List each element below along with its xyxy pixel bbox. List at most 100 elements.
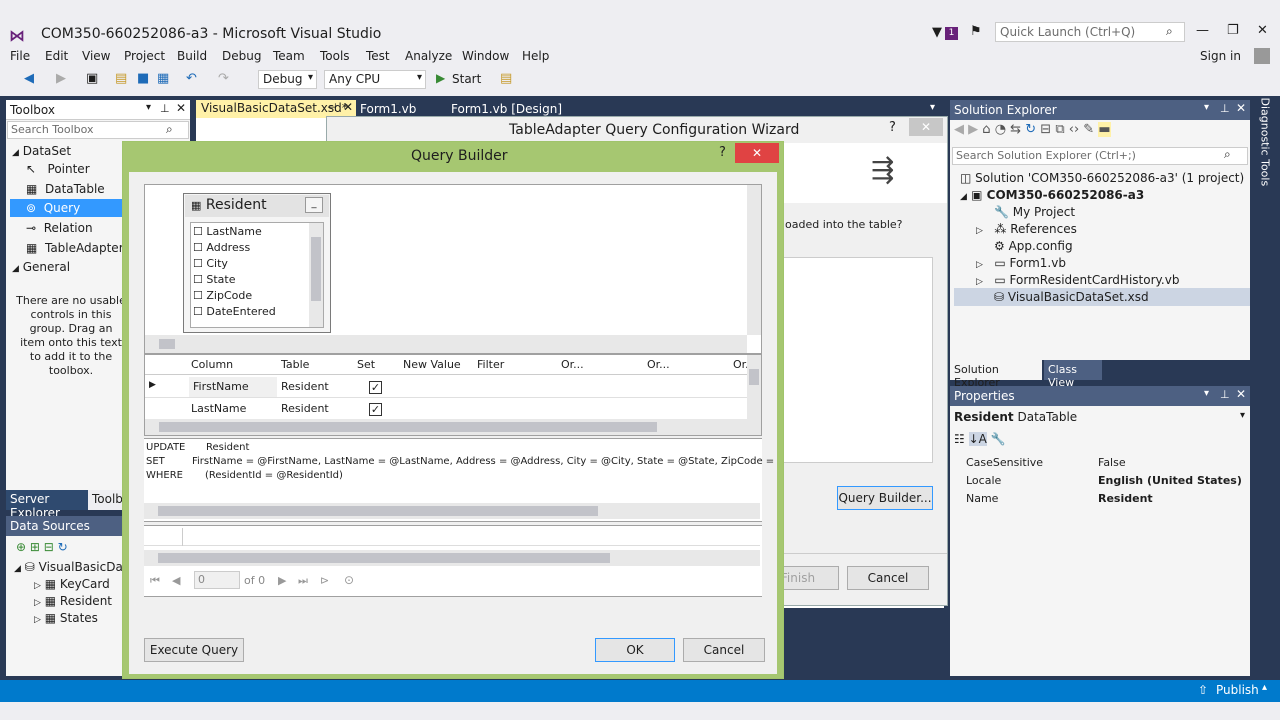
home-icon[interactable]: ⌂ <box>982 122 990 137</box>
tab-server-explorer[interactable]: Server Explorer <box>6 490 88 520</box>
pin-icon[interactable]: ⊣ <box>327 101 337 114</box>
avatar[interactable] <box>1254 48 1270 64</box>
cell-set-checkbox[interactable]: ✓ <box>369 403 382 416</box>
panel-menu-icon[interactable]: ▾ <box>1204 388 1209 399</box>
solution-node[interactable]: ◫ Solution 'COM350-660252086-a3' (1 proj… <box>960 171 1244 185</box>
diagram-hscrollbar[interactable] <box>145 335 747 353</box>
diagnostic-tools-tab[interactable]: Diagnostic Tools <box>1256 98 1276 220</box>
nav-first-icon[interactable]: ⏮ <box>150 574 160 588</box>
property-row[interactable]: Locale English (United States) <box>954 472 1248 490</box>
nav-new-icon[interactable]: ⊳ <box>320 574 329 587</box>
tab-class-view[interactable]: Class View <box>1044 360 1102 389</box>
scrollbar-thumb[interactable] <box>159 422 657 432</box>
panel-menu-icon[interactable]: ▾ <box>1204 102 1209 113</box>
quick-launch-input[interactable]: Quick Launch (Ctrl+Q) <box>995 22 1185 42</box>
sign-in-link[interactable]: Sign in <box>1200 49 1241 63</box>
maximize-button[interactable]: ❐ <box>1227 23 1239 38</box>
forward-icon[interactable]: ▶ <box>56 71 66 86</box>
pin-icon[interactable]: ⊥ <box>160 102 170 115</box>
toolbox-group-dataset[interactable]: ◢ DataSet <box>12 144 71 158</box>
scrollbar-thumb[interactable] <box>159 339 175 349</box>
property-pages-icon[interactable]: 🔧 <box>991 432 1006 446</box>
column-item[interactable]: ☐ City <box>193 257 228 270</box>
column-item[interactable]: ☐ Address <box>193 241 250 254</box>
menu-analyze[interactable]: Analyze <box>405 49 452 63</box>
publish-button[interactable]: Publish <box>1216 683 1259 697</box>
column-item[interactable]: ☐ ZipCode <box>193 289 252 302</box>
table-box-resident[interactable]: ▦ Resident _ ☐ LastName ☐ Address ☐ City… <box>183 193 331 333</box>
tab-form1-vb[interactable]: Form1.vb <box>360 102 416 116</box>
datasource-table-resident[interactable]: ▷ ▦ Resident <box>34 594 112 608</box>
toolbar-extra-icon[interactable]: ▤ <box>500 71 512 86</box>
datasource-table-keycard[interactable]: ▷ ▦ KeyCard <box>34 577 110 591</box>
execute-query-button[interactable]: Execute Query <box>144 638 244 662</box>
menu-view[interactable]: View <box>82 49 110 63</box>
menu-build[interactable]: Build <box>177 49 207 63</box>
tab-solution-explorer[interactable]: Solution Explorer <box>950 360 1042 389</box>
project-node[interactable]: ◢ ▣ COM350-660252086-a3 <box>960 188 1144 202</box>
sync-icon[interactable]: ⇆ <box>1010 122 1021 137</box>
filter-icon[interactable]: ▼ <box>932 25 942 40</box>
property-row[interactable]: CaseSensitive False <box>954 454 1248 472</box>
cell-column[interactable]: FirstName <box>189 377 277 397</box>
close-icon[interactable]: ✕ <box>176 101 186 115</box>
tab-overflow-icon[interactable]: ▾ <box>930 102 935 113</box>
toolbox-item-pointer[interactable]: ↖ Pointer <box>26 162 90 176</box>
datasource-table-states[interactable]: ▷ ▦ States <box>34 611 98 625</box>
col-header-new-value[interactable]: New Value <box>403 358 461 371</box>
col-header-filter[interactable]: Filter <box>477 358 504 371</box>
properties-icon[interactable]: ✎ <box>1083 122 1094 137</box>
menu-window[interactable]: Window <box>462 49 509 63</box>
cell-set-checkbox[interactable]: ✓ <box>369 381 382 394</box>
table-box-minimize-button[interactable]: _ <box>305 197 323 213</box>
col-header-or1[interactable]: Or... <box>561 358 584 371</box>
menu-tools[interactable]: Tools <box>320 49 350 63</box>
col-header-table[interactable]: Table <box>281 358 309 371</box>
col-header-set[interactable]: Set <box>357 358 375 371</box>
query-builder-help-button[interactable]: ? <box>719 145 726 160</box>
toolbox-item-relation[interactable]: ⊸ Relation <box>26 221 93 235</box>
scrollbar-thumb[interactable] <box>311 237 321 301</box>
pin-icon[interactable]: ⊥ <box>1220 102 1230 115</box>
solution-item-visualbasicdataset[interactable]: ⛁ VisualBasicDataSet.xsd <box>954 288 1250 306</box>
col-header-or2[interactable]: Or... <box>647 358 670 371</box>
preview-icon[interactable]: ▬ <box>1098 122 1111 137</box>
wizard-help-button[interactable]: ? <box>889 120 896 135</box>
stop-icon[interactable]: ⊙ <box>344 573 354 587</box>
wizard-query-builder-button[interactable]: Query Builder... <box>837 486 933 510</box>
menu-debug[interactable]: Debug <box>222 49 261 63</box>
redo-icon[interactable]: ↷ <box>218 71 229 86</box>
datasource-toolbar-icons[interactable]: ⊕ ⊞ ⊟ ↻ <box>16 540 68 554</box>
menu-project[interactable]: Project <box>124 49 165 63</box>
menu-file[interactable]: File <box>10 49 30 63</box>
grid-hscrollbar[interactable] <box>145 419 761 435</box>
save-icon[interactable]: ■ <box>137 71 149 86</box>
back-icon[interactable]: ◀ <box>954 122 964 137</box>
query-builder-close-button[interactable]: ✕ <box>735 143 779 163</box>
save-all-icon[interactable]: ▦ <box>157 71 169 86</box>
toolbox-item-datatable[interactable]: ▦ DataTable <box>26 182 105 196</box>
code-icon[interactable]: ‹› <box>1069 122 1079 137</box>
property-row[interactable]: Name Resident <box>954 490 1248 508</box>
scrollbar-thumb[interactable] <box>158 553 610 563</box>
configuration-select[interactable]: Debug <box>258 70 317 89</box>
refresh-icon[interactable]: ↻ <box>1025 122 1036 137</box>
column-list-scrollbar[interactable] <box>309 223 323 327</box>
back-icon[interactable]: ◀ <box>24 71 34 86</box>
menu-test[interactable]: Test <box>366 49 390 63</box>
solution-item-references[interactable]: ▷ ⁂ References <box>976 222 1077 236</box>
solution-item-app-config[interactable]: ⚙ App.config <box>994 239 1073 253</box>
wizard-sql-textbox[interactable] <box>783 257 933 463</box>
alphabetical-icon[interactable]: ↓A <box>968 432 987 446</box>
start-button[interactable]: Start <box>452 72 481 86</box>
cell-table[interactable]: Resident <box>281 402 329 415</box>
wizard-close-button[interactable]: ✕ <box>909 118 943 136</box>
pin-icon[interactable]: ⊥ <box>1220 388 1230 401</box>
results-grid[interactable] <box>144 528 760 546</box>
forward-icon[interactable]: ▶ <box>968 122 978 137</box>
results-hscrollbar[interactable] <box>144 550 760 566</box>
nav-last-icon[interactable]: ⏭ <box>298 574 308 588</box>
close-icon[interactable]: ✕ <box>343 100 353 114</box>
menu-edit[interactable]: Edit <box>45 49 68 63</box>
cell-table[interactable]: Resident <box>281 380 329 393</box>
